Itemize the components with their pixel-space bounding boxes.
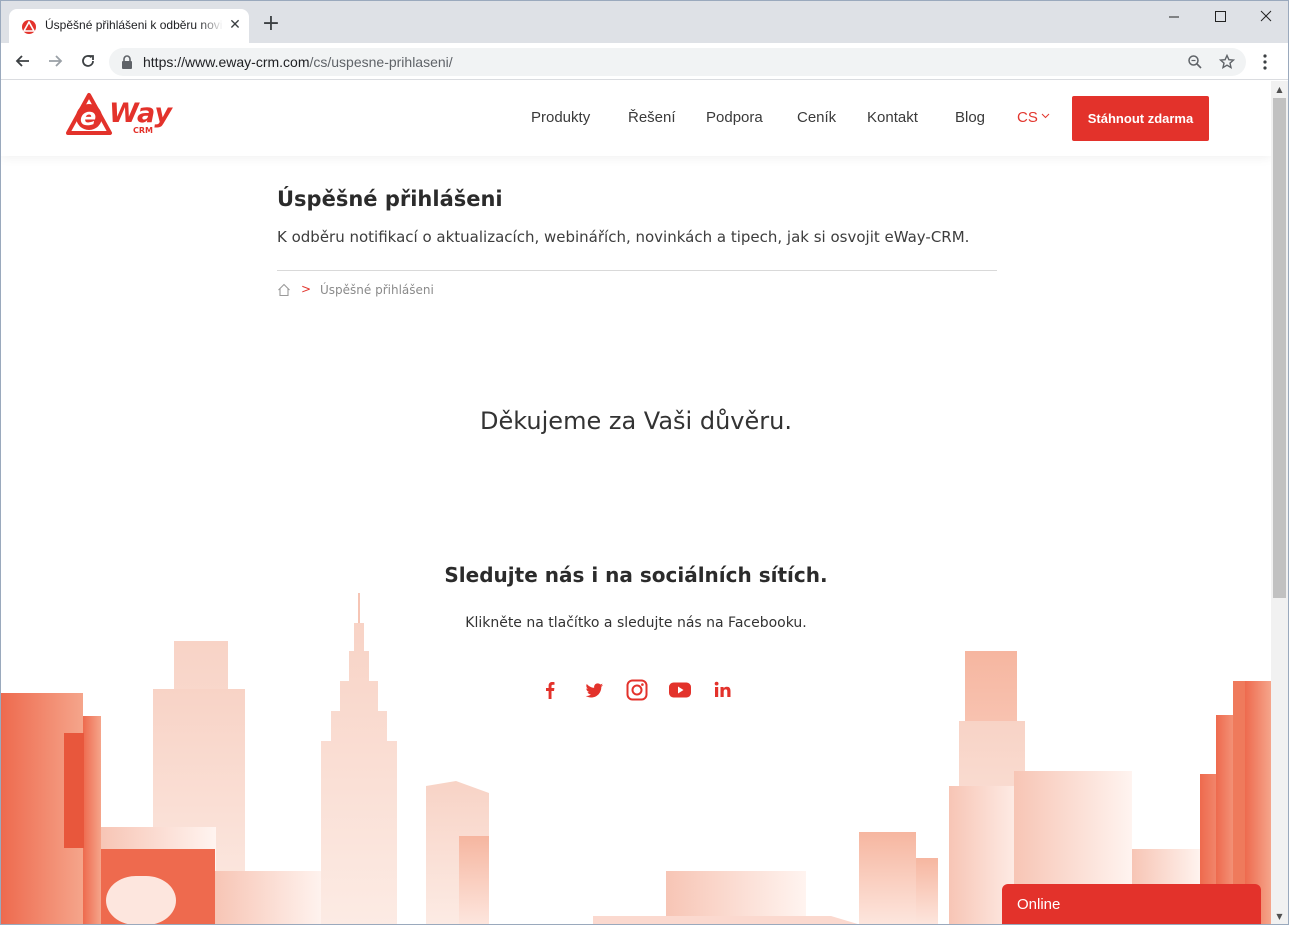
svg-text:CRM: CRM <box>133 126 153 135</box>
download-free-button[interactable]: Stáhnout zdarma <box>1072 96 1209 141</box>
scroll-down-arrow-icon[interactable]: ▼ <box>1271 908 1288 924</box>
scroll-up-arrow-icon[interactable]: ▲ <box>1271 81 1288 98</box>
forward-arrow-icon[interactable] <box>45 51 65 71</box>
page-scrollbar[interactable]: ▲ ▼ <box>1271 81 1288 924</box>
bookmark-star-icon[interactable] <box>1219 54 1235 70</box>
url-host: https://www.eway-crm.com <box>143 54 310 70</box>
web-page: e Way CRM Produkty Řešení Podpora Ceník … <box>1 81 1271 924</box>
language-selector[interactable]: CS <box>1017 109 1050 126</box>
nav-cenik[interactable]: Ceník <box>797 109 836 126</box>
social-section-title: Sledujte nás i na sociálních sítích. <box>444 563 828 587</box>
address-bar[interactable]: https://www.eway-crm.com/cs/uspesne-prih… <box>109 48 1246 76</box>
site-header: e Way CRM Produkty Řešení Podpora Ceník … <box>1 81 1271 156</box>
home-icon[interactable] <box>277 283 291 297</box>
url-path: /cs/uspesne-prihlaseni/ <box>309 54 453 70</box>
nav-podpora[interactable]: Podpora <box>706 109 763 126</box>
facebook-icon[interactable] <box>538 678 562 702</box>
lock-icon <box>122 55 132 69</box>
eway-crm-logo[interactable]: e Way CRM <box>65 89 177 139</box>
nav-reseni[interactable]: Řešení <box>628 109 676 126</box>
youtube-icon[interactable] <box>668 678 692 702</box>
tab-close-icon[interactable]: ✕ <box>227 17 243 33</box>
url-text: https://www.eway-crm.com/cs/uspesne-prih… <box>143 54 453 70</box>
page-subtitle: K odběru notifikací o aktualizacích, web… <box>277 228 970 246</box>
zoom-icon[interactable] <box>1187 54 1203 70</box>
divider <box>277 270 997 271</box>
chevron-down-icon <box>1041 113 1050 119</box>
minimize-icon[interactable] <box>1151 5 1197 27</box>
svg-text:Way: Way <box>109 98 173 129</box>
breadcrumb-current: Úspěšné přihlášeni <box>320 283 434 297</box>
breadcrumb-separator: > <box>301 282 312 296</box>
chat-label: Online <box>1017 896 1061 913</box>
online-chat-widget[interactable]: Online <box>1002 884 1261 924</box>
nav-kontakt[interactable]: Kontakt <box>867 109 918 126</box>
nav-blog[interactable]: Blog <box>955 109 985 126</box>
page-title: Úspěšné přihlášeni <box>277 187 503 211</box>
nav-produkty[interactable]: Produkty <box>531 109 590 126</box>
browser-tab[interactable]: Úspěšné přihlášeni k odběru novinek ✕ <box>9 9 249 43</box>
tab-title: Úspěšné přihlášeni k odběru novinek <box>45 18 223 32</box>
eway-favicon-icon <box>22 20 36 34</box>
tab-strip: Úspěšné přihlášeni k odběru novinek ✕ + <box>1 1 1288 43</box>
kebab-menu-icon[interactable] <box>1257 53 1273 71</box>
reload-icon[interactable] <box>78 51 98 71</box>
browser-toolbar: https://www.eway-crm.com/cs/uspesne-prih… <box>1 43 1288 80</box>
window-close-icon[interactable] <box>1243 5 1289 27</box>
city-skyline-illustration <box>1 593 1271 924</box>
thank-you-message: Děkujeme za Vaši důvěru. <box>480 407 792 435</box>
back-arrow-icon[interactable] <box>13 51 33 71</box>
scroll-thumb[interactable] <box>1273 98 1286 598</box>
browser-window: Úspěšné přihlášeni k odběru novinek ✕ + <box>0 0 1289 925</box>
instagram-icon[interactable] <box>625 678 649 702</box>
svg-text:e: e <box>80 103 96 131</box>
maximize-icon[interactable] <box>1197 5 1243 27</box>
twitter-icon[interactable] <box>582 678 606 702</box>
linkedin-icon[interactable] <box>711 678 735 702</box>
social-section-text: Klikněte na tlačítko a sledujte nás na F… <box>465 615 807 631</box>
language-label: CS <box>1017 109 1038 126</box>
new-tab-button[interactable]: + <box>261 13 281 35</box>
